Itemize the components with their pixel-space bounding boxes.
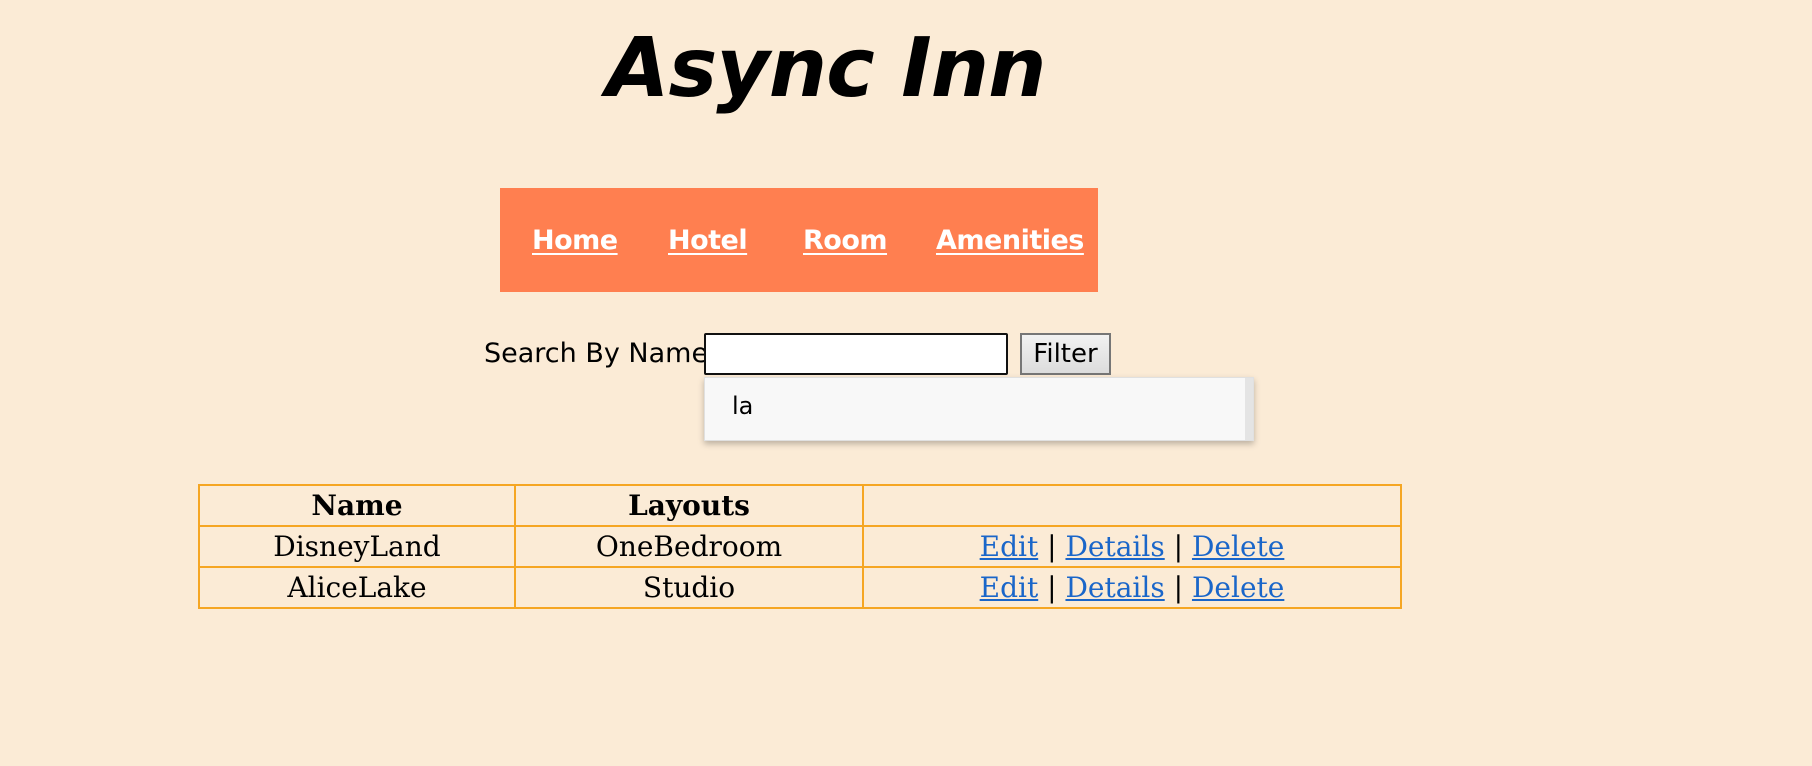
table-row: AliceLake Studio Edit | Details | Delete bbox=[198, 566, 1402, 609]
room-name-cell: DisneyLand bbox=[198, 525, 516, 568]
nav-link-room[interactable]: Room bbox=[803, 224, 888, 258]
room-layout-cell: Studio bbox=[514, 566, 864, 609]
actions-cell: Edit | Details | Delete bbox=[862, 566, 1402, 609]
autocomplete-option[interactable]: la bbox=[705, 378, 1253, 440]
site-title: Async Inn bbox=[606, 21, 1047, 116]
column-header-layouts: Layouts bbox=[514, 484, 864, 527]
nav-bar: Home Hotel Room Amenities bbox=[500, 188, 1098, 292]
autocomplete-dropdown: la bbox=[704, 377, 1254, 441]
filter-button[interactable]: Filter bbox=[1020, 333, 1111, 375]
edit-link[interactable]: Edit bbox=[980, 530, 1039, 563]
autocomplete-option-text: la bbox=[732, 392, 754, 420]
nav-link-amenities[interactable]: Amenities bbox=[936, 224, 1084, 258]
hotel-room-table: Name Layouts DisneyLand OneBedroom Edit … bbox=[198, 484, 1402, 609]
table-header-row: Name Layouts bbox=[198, 484, 1402, 527]
delete-link[interactable]: Delete bbox=[1192, 571, 1284, 604]
link-separator: | bbox=[1047, 530, 1057, 563]
nav-link-home[interactable]: Home bbox=[532, 224, 618, 258]
search-label: Search By Name: bbox=[484, 338, 718, 369]
autocomplete-underline bbox=[727, 440, 875, 441]
details-link[interactable]: Details bbox=[1065, 571, 1164, 604]
details-link[interactable]: Details bbox=[1065, 530, 1164, 563]
room-layout-cell: OneBedroom bbox=[514, 525, 864, 568]
room-name-cell: AliceLake bbox=[198, 566, 516, 609]
search-input[interactable] bbox=[704, 333, 1008, 375]
nav-link-hotel[interactable]: Hotel bbox=[668, 224, 748, 258]
actions-cell: Edit | Details | Delete bbox=[862, 525, 1402, 568]
delete-link[interactable]: Delete bbox=[1192, 530, 1284, 563]
column-header-actions bbox=[862, 484, 1402, 527]
link-separator: | bbox=[1047, 571, 1057, 604]
table-row: DisneyLand OneBedroom Edit | Details | D… bbox=[198, 525, 1402, 568]
column-header-name: Name bbox=[198, 484, 516, 527]
link-separator: | bbox=[1173, 530, 1184, 563]
link-separator: | bbox=[1173, 571, 1184, 604]
edit-link[interactable]: Edit bbox=[980, 571, 1039, 604]
